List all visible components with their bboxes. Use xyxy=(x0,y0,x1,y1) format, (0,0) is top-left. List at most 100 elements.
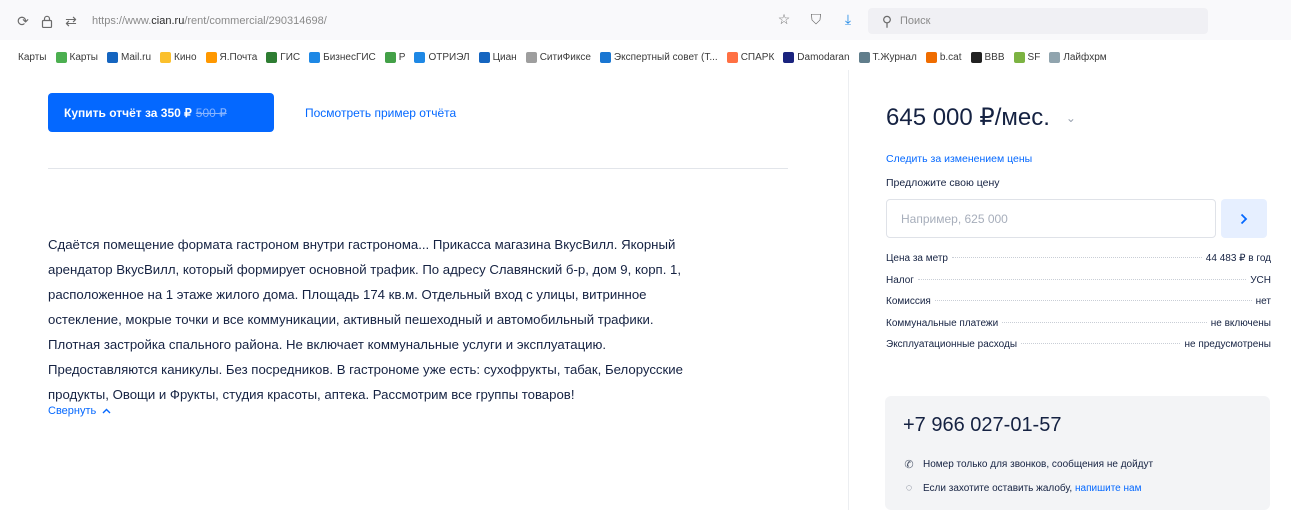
description-line: Плотная застройка спального района. Не в… xyxy=(48,337,607,352)
collapse-button[interactable]: Свернуть xyxy=(48,405,111,417)
bookmark-item[interactable]: Экспертный совет (Т... xyxy=(599,51,718,63)
divider xyxy=(48,168,788,169)
submit-offer-button[interactable] xyxy=(1221,199,1267,238)
fact-value: нет xyxy=(1255,296,1271,307)
description-line: Сдаётся помещение формата гастроном внут… xyxy=(48,237,676,252)
bookmark-label: БизнесГИС xyxy=(323,51,376,63)
bookmark-favicon-icon xyxy=(478,51,490,63)
bookmark-favicon-icon xyxy=(107,51,118,63)
description: Сдаётся помещение формата гастроном внут… xyxy=(48,232,796,407)
description-line: продукты, Овощи и Фрукты, студия красоты… xyxy=(48,387,575,402)
address-bar[interactable]: ⟳ ⇄ https://www.cian.ru/rent/commercial/… xyxy=(14,8,850,34)
fact-label: Коммунальные платежи xyxy=(886,317,999,329)
bookmark-item[interactable]: ВВВ xyxy=(970,51,1005,63)
chat-icon: ◌ xyxy=(905,482,913,494)
bookmark-label: ВВВ xyxy=(984,51,1005,63)
bookmark-favicon-icon xyxy=(1049,51,1061,63)
chevron-right-icon xyxy=(1240,213,1248,224)
fact-row: Цена за метр 44 483 ₽ в год xyxy=(886,253,1271,275)
bookmark-item[interactable]: SF xyxy=(1013,51,1041,63)
bookmark-label: SF xyxy=(1027,51,1041,63)
chevron-down-icon[interactable]: ⌄ xyxy=(1066,111,1076,125)
url-path: /rent/commercial/290314698/ xyxy=(184,15,327,27)
fact-label: Комиссия xyxy=(886,296,931,307)
bookmark-item[interactable]: ГИС xyxy=(266,51,301,63)
bookmark-item[interactable]: Т.Журнал xyxy=(858,51,917,63)
watch-price-link[interactable]: Следить за изменением цены xyxy=(886,153,1032,165)
pocket-icon[interactable]: ⛉ xyxy=(807,10,825,28)
fact-row: Налог УСН xyxy=(886,275,1271,297)
bookmark-item[interactable]: Карты xyxy=(4,51,47,63)
column-divider xyxy=(848,70,849,510)
bookmark-favicon-icon xyxy=(266,51,278,63)
bookmark-item[interactable]: Циан xyxy=(478,51,517,63)
bookmark-label: Кино xyxy=(174,51,197,63)
collapse-label: Свернуть xyxy=(48,405,97,417)
bookmark-item[interactable]: Р xyxy=(384,51,406,63)
browser-toolbar: ⟳ ⇄ https://www.cian.ru/rent/commercial/… xyxy=(0,0,1291,40)
bookmark-item[interactable]: Лайфхрм xyxy=(1049,51,1107,63)
fact-row: Комиссия нет xyxy=(886,296,1271,318)
bookmark-favicon-icon xyxy=(4,51,15,63)
bookmark-item[interactable]: Damodaran xyxy=(783,51,850,63)
bookmark-favicon-icon xyxy=(309,51,321,63)
fact-row: Эксплуатационные расходы не предусмотрены xyxy=(886,339,1271,361)
fact-value: не предусмотрены xyxy=(1184,339,1271,350)
search-placeholder: Поиск xyxy=(900,15,931,27)
phone-note: ✆ Номер только для звонков, сообщения не… xyxy=(903,458,1153,471)
complaint-link[interactable]: напишите нам xyxy=(1075,483,1141,494)
price-details: Цена за метр 44 483 ₽ в год Налог УСН Комисс… xyxy=(886,253,1271,361)
dotted-leader xyxy=(917,278,1247,280)
permissions-icon[interactable]: ⇄ xyxy=(62,12,80,30)
bookmark-label: Damodaran xyxy=(797,51,850,63)
bookmark-item[interactable]: БизнесГИС xyxy=(309,51,376,63)
bookmark-item[interactable]: ОТРИЭЛ xyxy=(414,51,470,63)
bookmark-label: Т.Журнал xyxy=(872,51,917,63)
bookmark-item[interactable]: Кино xyxy=(160,51,197,63)
buy-report-button[interactable]: Купить отчёт за 350 ₽ 500 ₽ xyxy=(48,93,274,132)
bookmark-favicon-icon xyxy=(525,51,537,63)
lock-icon[interactable] xyxy=(38,12,56,30)
dotted-leader xyxy=(1021,343,1181,344)
bookmark-item[interactable]: СитиФиксе xyxy=(525,51,591,63)
bookmark-item[interactable]: b.cat xyxy=(925,51,962,63)
bookmarks-bar: Карты Карты Mail.ru Кино Я.Почта ГИС БизнесГИС… xyxy=(0,46,1291,68)
browser-search[interactable]: ⚲ Поиск xyxy=(868,8,1208,34)
download-icon[interactable]: ⤓ xyxy=(839,10,857,28)
bookmark-star-icon[interactable]: ☆ xyxy=(775,10,793,28)
bookmark-label: ОТРИЭЛ xyxy=(428,51,470,63)
buy-report-label: Купить отчёт за 350 ₽ xyxy=(64,105,192,120)
bookmark-label: Циан xyxy=(492,51,517,63)
bookmark-label: ГИС xyxy=(280,51,301,63)
phone-note-text: Номер только для звонков, сообщения не д… xyxy=(923,459,1154,470)
bookmark-label: Экспертный совет (Т... xyxy=(613,51,718,63)
bookmark-label: b.cat xyxy=(939,51,962,63)
bookmark-item[interactable]: Я.Почта xyxy=(205,51,257,63)
description-line: расположенное на 1 этаже жилого дома. Пл… xyxy=(48,287,647,302)
bookmark-item[interactable]: Mail.ru xyxy=(107,51,152,63)
fact-label: Эксплуатационные расходы xyxy=(886,339,1018,350)
description-line: Предоставляются каникулы. Без посреднико… xyxy=(48,362,683,377)
bookmark-favicon-icon xyxy=(858,51,870,63)
bookmark-label: Карты xyxy=(18,51,47,63)
reload-icon[interactable]: ⟳ xyxy=(14,12,32,30)
url-text[interactable]: https://www.cian.ru/rent/commercial/2903… xyxy=(92,15,327,27)
url-domain: cian.ru xyxy=(151,15,185,27)
phone-number[interactable]: +7 966 027-01-57 xyxy=(903,414,1061,437)
price: 645 000 ₽/мес. xyxy=(886,104,1050,131)
bookmark-item[interactable]: СПАРК xyxy=(726,51,774,63)
bookmark-item[interactable]: Карты xyxy=(55,51,99,63)
bookmark-label: Mail.ru xyxy=(121,51,152,63)
bookmark-label: Р xyxy=(398,51,406,63)
fact-value: УСН xyxy=(1250,274,1271,286)
bookmark-label: Карты xyxy=(69,51,99,63)
fact-label: Цена за метр xyxy=(886,253,948,264)
bookmark-favicon-icon xyxy=(783,51,795,63)
bookmark-favicon-icon xyxy=(1013,51,1025,63)
bookmark-favicon-icon xyxy=(599,51,611,63)
description-line: арендатор ВкусВилл, который формирует ос… xyxy=(48,262,682,277)
offer-price-input[interactable] xyxy=(886,199,1216,238)
sample-report-link[interactable]: Посмотреть пример отчёта xyxy=(305,106,456,120)
dotted-leader xyxy=(952,257,1202,258)
fact-row: Коммунальные платежи не включены xyxy=(886,318,1271,340)
